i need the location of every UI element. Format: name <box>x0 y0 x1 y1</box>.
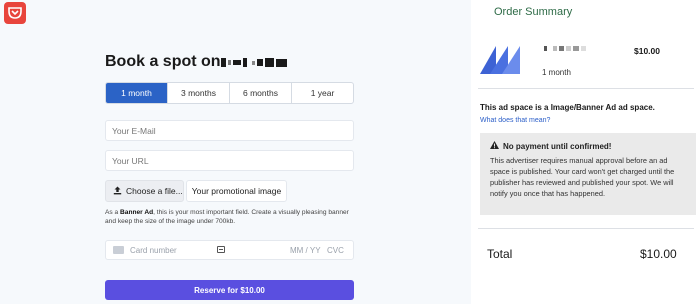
warning-icon <box>490 141 499 151</box>
what-does-that-mean-link[interactable]: What does that mean? <box>480 117 550 124</box>
plan-selector: 1 month 3 months 6 months 1 year <box>105 82 354 104</box>
payment-notice: No payment until confirmed! This adverti… <box>480 133 696 215</box>
choose-file-button[interactable]: Choose a file... <box>105 180 184 202</box>
upload-icon <box>113 186 122 197</box>
order-summary-title: Order Summary <box>494 6 573 18</box>
banner-ad-bold: Banner Ad <box>120 209 154 216</box>
card-number-field[interactable]: Card number <box>130 246 177 255</box>
publisher-name-redacted <box>221 58 287 67</box>
notice-body: This advertiser requires manual approval… <box>490 156 675 198</box>
item-price: $10.00 <box>634 46 660 56</box>
plan-option-1-month[interactable]: 1 month <box>106 83 168 103</box>
choose-file-label: Choose a file... <box>126 186 183 196</box>
total-divider <box>478 228 694 229</box>
file-upload-row: Choose a file... Your promotional image <box>105 180 287 202</box>
page-title: Book a spot on <box>105 53 221 70</box>
email-field[interactable]: Your E-Mail <box>105 120 354 141</box>
plan-option-6-months[interactable]: 6 months <box>230 83 292 103</box>
app-logo-icon[interactable] <box>4 2 26 24</box>
item-duration: 1 month <box>542 68 571 77</box>
total-label: Total <box>487 247 513 261</box>
credit-card-icon <box>113 246 124 254</box>
card-input[interactable]: Card number MM / YY CVC <box>105 240 354 260</box>
product-logo-icon <box>480 46 520 74</box>
promotional-image-field[interactable]: Your promotional image <box>186 180 287 202</box>
url-field[interactable]: Your URL <box>105 150 354 171</box>
ad-space-type-text: This ad space is a Image/Banner Ad ad sp… <box>480 103 655 112</box>
summary-divider <box>478 88 694 89</box>
card-cvc-field[interactable]: CVC <box>327 246 344 255</box>
plan-option-1-year[interactable]: 1 year <box>292 83 353 103</box>
total-value: $10.00 <box>640 247 677 261</box>
card-expiry-field[interactable]: MM / YY <box>290 246 321 255</box>
notice-title: No payment until confirmed! <box>503 141 612 151</box>
product-name-redacted <box>544 46 586 51</box>
card-scan-icon <box>217 246 225 253</box>
plan-option-3-months[interactable]: 3 months <box>168 83 230 103</box>
banner-hint-text: As a Banner Ad, this is your most import… <box>105 209 349 225</box>
reserve-button[interactable]: Reserve for $10.00 <box>105 280 354 300</box>
